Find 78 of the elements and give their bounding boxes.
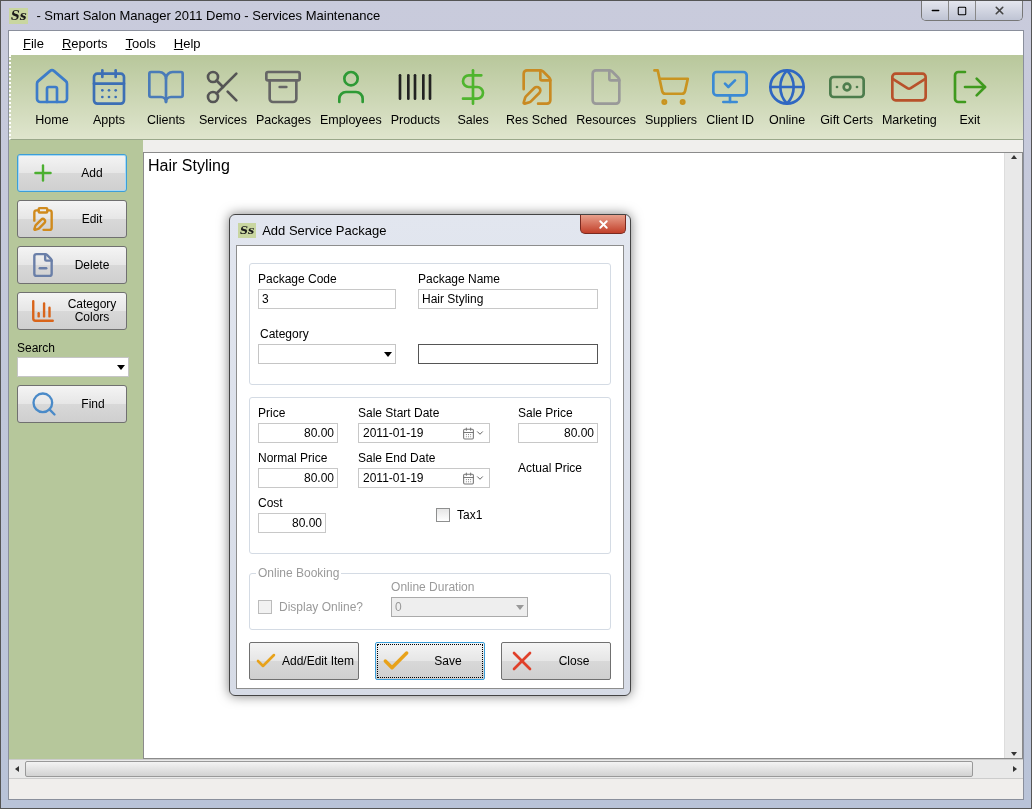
toolbar-button[interactable]: Employees: [316, 67, 385, 127]
input-field[interactable]: Hair Styling: [418, 289, 598, 309]
globe-icon: [767, 67, 808, 107]
field-label: Sale Price: [518, 406, 574, 420]
toolbar-button[interactable]: Resources: [573, 67, 639, 127]
bar-chart-icon: [30, 298, 56, 324]
search-label: Search: [17, 341, 57, 355]
toolbar-button[interactable]: Client ID: [703, 67, 758, 127]
find-button[interactable]: Find: [17, 385, 127, 423]
field-label: Category: [260, 327, 310, 341]
toolbar-button[interactable]: Sales: [446, 67, 501, 127]
field-label: Sale End Date: [358, 451, 437, 465]
app-logo: Ss: [9, 7, 29, 24]
toolbar-button[interactable]: Clients: [139, 67, 193, 127]
input-field[interactable]: 80.00: [258, 423, 338, 443]
toolbar-button[interactable]: Products: [387, 67, 444, 127]
toolbar-button[interactable]: Exit: [942, 67, 997, 127]
field-label: Actual Price: [518, 461, 584, 475]
toolbar-button[interactable]: Res Sched: [503, 67, 571, 127]
field-label: Online Duration: [391, 580, 476, 594]
field-label: Package Code: [258, 272, 338, 286]
menu-item[interactable]: File: [23, 35, 44, 51]
input-field[interactable]: 3: [258, 289, 396, 309]
page-minus-icon: [30, 252, 56, 278]
dropdown-arrow-icon[interactable]: [384, 351, 392, 357]
menu-item[interactable]: Tools: [125, 35, 156, 51]
scroll-thumb[interactable]: [25, 761, 973, 777]
input-field[interactable]: 80.00: [258, 468, 338, 488]
toolbar-button[interactable]: Appts: [82, 67, 136, 127]
calendar-icon[interactable]: [462, 426, 475, 440]
dialog-button[interactable]: Close: [501, 642, 611, 680]
input-field[interactable]: [418, 344, 598, 364]
toolbar-button[interactable]: Suppliers: [642, 67, 701, 127]
scroll-up-arrow[interactable]: [1009, 153, 1018, 161]
group-legend: Online Booking: [256, 566, 342, 580]
toolbar-button[interactable]: Home: [25, 67, 79, 127]
search-icon: [30, 390, 58, 418]
field-label: Normal Price: [258, 451, 329, 465]
sidebar-button[interactable]: Delete: [17, 246, 127, 284]
field-label: Cost: [258, 496, 284, 510]
dropdown-arrow-icon[interactable]: [117, 364, 125, 370]
sidebar-button[interactable]: Category Colors: [17, 292, 127, 330]
maximize-icon: [957, 5, 967, 16]
sidebar-button[interactable]: Add: [17, 154, 127, 192]
input-field[interactable]: 80.00: [518, 423, 598, 443]
horizontal-scrollbar[interactable]: [9, 759, 1023, 778]
cart-icon: [651, 67, 692, 107]
scroll-down-arrow[interactable]: [1009, 750, 1018, 758]
scroll-left-arrow[interactable]: [13, 765, 21, 773]
calendar-icon[interactable]: [462, 471, 475, 485]
dialog-title: Add Service Package: [262, 222, 387, 238]
input-field[interactable]: 80.00: [258, 513, 326, 533]
window-title: - Smart Salon Manager 2011 Demo - Services Maintenance: [36, 8, 381, 23]
close-icon: [596, 217, 610, 231]
toolbar-button[interactable]: Marketing: [878, 67, 940, 127]
sidebar-button[interactable]: Edit: [17, 200, 127, 238]
field-label: Sale Start Date: [358, 406, 441, 420]
dialog-button[interactable]: Add/Edit Item: [249, 642, 359, 680]
menu-item[interactable]: Help: [173, 35, 201, 51]
toolbar-button[interactable]: Gift Certs: [817, 67, 876, 127]
menu-item[interactable]: Reports: [61, 35, 108, 51]
toolbar-button[interactable]: Services: [196, 67, 250, 127]
vertical-scrollbar[interactable]: [1004, 153, 1022, 758]
date-picker[interactable]: 2011-01-19: [358, 423, 490, 443]
field-label: Package Name: [418, 272, 502, 286]
checkbox[interactable]: Tax1: [436, 507, 518, 522]
clipboard-pencil-icon: [30, 206, 56, 232]
close-button[interactable]: [580, 215, 626, 234]
dialog-logo: Ss: [238, 222, 257, 238]
maximize-button[interactable]: [949, 1, 976, 20]
field-label: Price: [258, 406, 287, 420]
content-heading: Hair Styling: [148, 157, 230, 175]
toolbar-button[interactable]: Online: [760, 67, 815, 127]
toolbar-button[interactable]: Packages: [253, 67, 314, 127]
dialog-button[interactable]: Save: [375, 642, 485, 680]
close-icon: [992, 4, 1006, 17]
scroll-right-arrow[interactable]: [1011, 765, 1019, 773]
date-picker[interactable]: 2011-01-19: [358, 468, 490, 488]
